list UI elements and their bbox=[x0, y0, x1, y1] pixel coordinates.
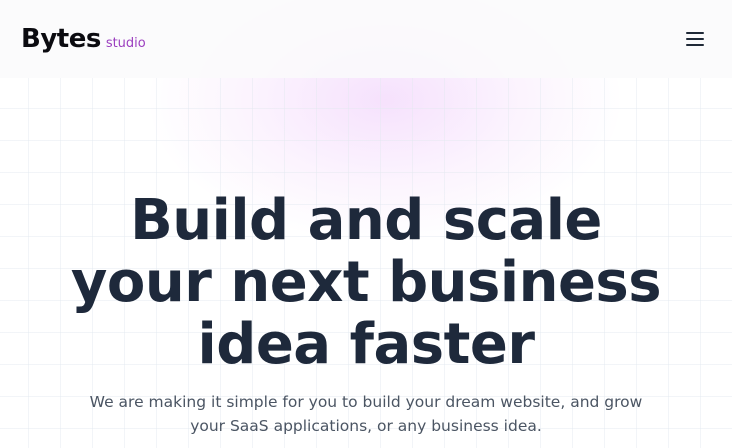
brand-name: Bytes bbox=[21, 24, 101, 54]
hero-section: Build and scale your next business idea … bbox=[0, 190, 732, 438]
site-header: Bytes studio bbox=[0, 0, 732, 78]
landing-page: Bytes studio Build and scale your next b… bbox=[0, 0, 732, 448]
hamburger-menu-icon[interactable] bbox=[686, 29, 710, 49]
brand-logo-link[interactable]: Bytes studio bbox=[21, 24, 146, 54]
brand-suffix: studio bbox=[105, 36, 146, 51]
menu-line bbox=[686, 32, 704, 34]
menu-line bbox=[686, 44, 704, 46]
menu-line bbox=[686, 38, 704, 40]
hero-subtitle: We are making it simple for you to build… bbox=[89, 393, 643, 435]
hero-title: Build and scale your next business idea … bbox=[70, 188, 662, 377]
